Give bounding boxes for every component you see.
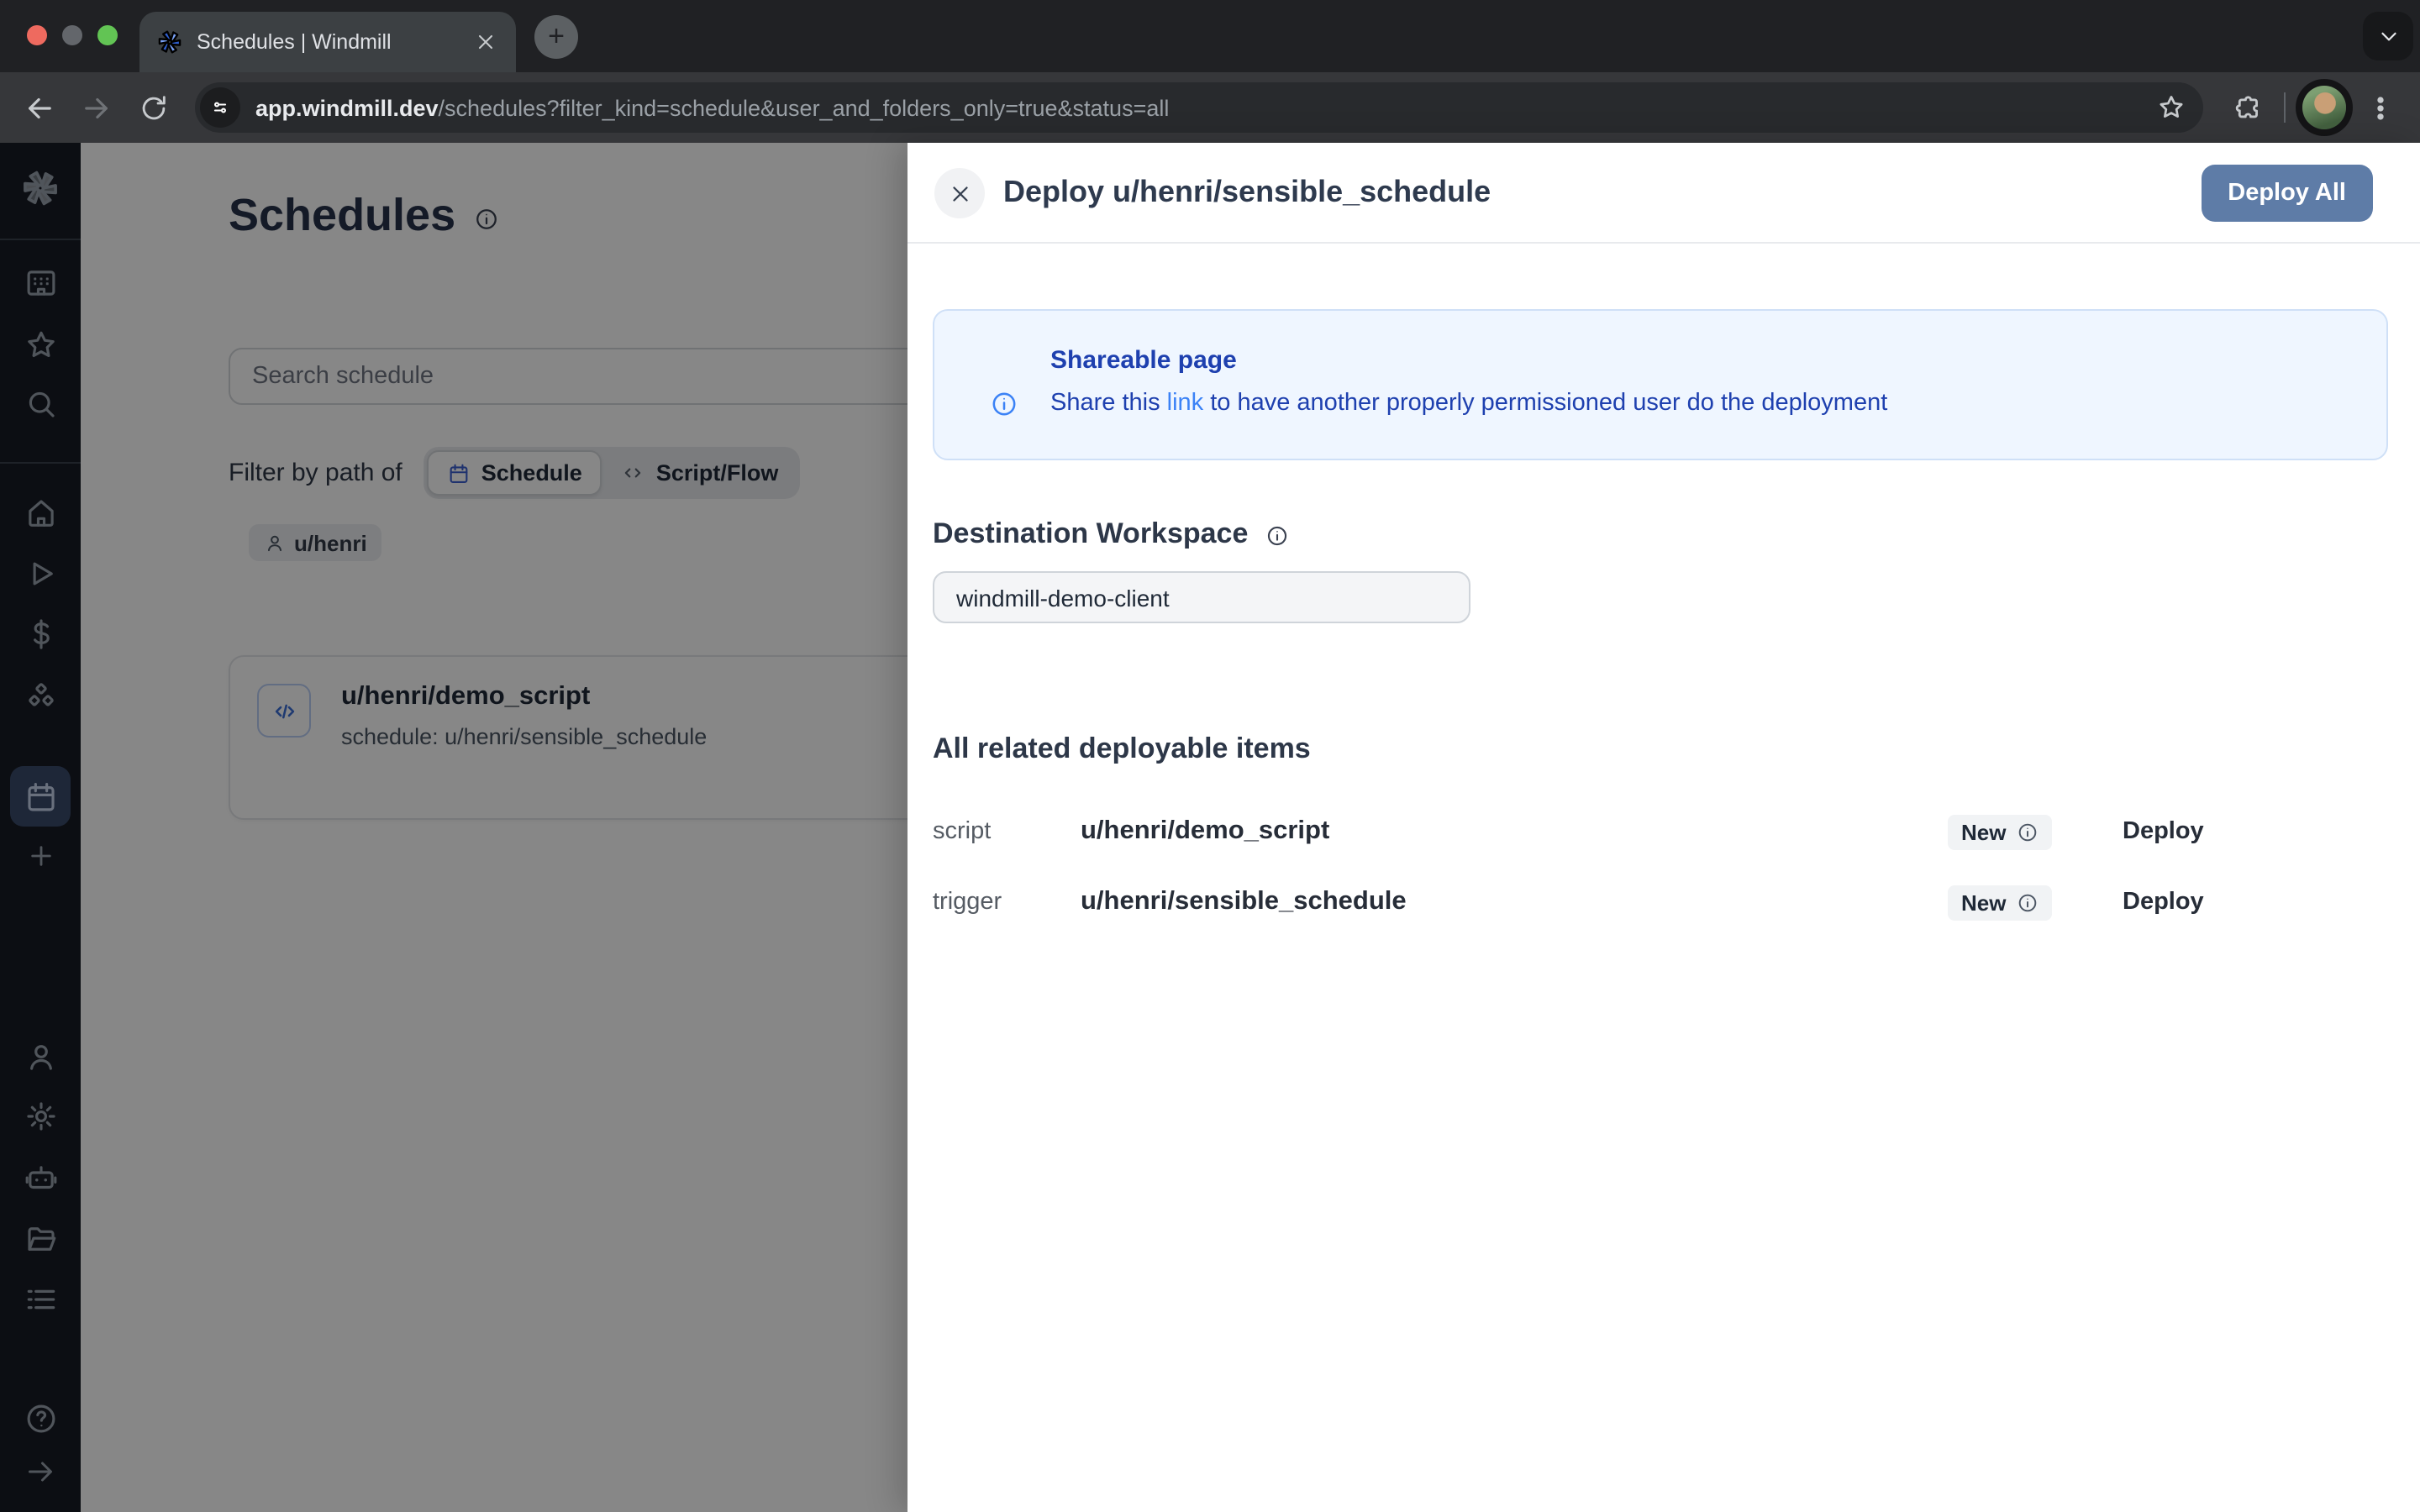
drawer-header-divider (908, 242, 2420, 244)
badge-info-icon[interactable] (2016, 891, 2038, 913)
windmill-favicon (156, 29, 183, 55)
drawer-close-button[interactable] (934, 168, 985, 218)
banner-text: Shareable page Share this link to have a… (1050, 346, 1887, 459)
bookmark-star-icon[interactable] (2153, 89, 2190, 126)
screen: Schedules | Windmill + (0, 0, 2420, 1512)
tab-strip: Schedules | Windmill + (0, 0, 2420, 72)
new-tab-button[interactable]: + (534, 15, 578, 59)
info-icon (990, 348, 1018, 459)
deployable-item-row: trigger u/henri/sensible_schedule New De… (933, 874, 2204, 931)
new-badge: New (1948, 885, 2051, 920)
item-badge-cell: New (1948, 814, 2123, 849)
url-text: app.windmill.dev/schedules?filter_kind=s… (255, 95, 2153, 120)
item-path: u/henri/demo_script (1081, 816, 1807, 847)
destination-info-icon[interactable] (1265, 524, 1288, 548)
item-path: u/henri/sensible_schedule (1081, 887, 1807, 917)
share-link[interactable]: link (1167, 390, 1204, 417)
deployable-item-row: script u/henri/demo_script New Deploy (933, 803, 2204, 860)
item-kind: script (933, 818, 1081, 845)
toolbar-divider (2284, 92, 2286, 123)
address-bar[interactable]: app.windmill.dev/schedules?filter_kind=s… (195, 82, 2203, 133)
tab-title: Schedules | Windmill (197, 30, 459, 54)
banner-body-suffix: to have another properly permissioned us… (1203, 390, 1887, 417)
tab-close-icon[interactable] (472, 29, 499, 55)
new-badge-label: New (1961, 890, 2006, 915)
deploy-item-button[interactable]: Deploy (2123, 818, 2204, 845)
zoom-window-button[interactable] (97, 25, 118, 45)
new-badge-label: New (1961, 819, 2006, 844)
window-controls (27, 25, 118, 45)
toggle-knob (1781, 835, 1803, 857)
destination-workspace-heading: Destination Workspace (933, 517, 1288, 551)
deployable-items-heading: All related deployable items (933, 732, 1311, 766)
toggle-knob (1781, 906, 1803, 927)
destination-workspace-select[interactable]: windmill-demo-client (933, 571, 1470, 623)
banner-title: Shareable page (1050, 346, 1887, 375)
profile-avatar[interactable] (2302, 86, 2346, 129)
forward-button[interactable] (71, 82, 121, 133)
banner-body-prefix: Share this (1050, 390, 1167, 417)
new-badge: New (1948, 814, 2051, 849)
browser-toolbar: app.windmill.dev/schedules?filter_kind=s… (0, 72, 2420, 143)
back-button[interactable] (13, 82, 64, 133)
close-window-button[interactable] (27, 25, 47, 45)
deploy-drawer: Deploy u/henri/sensible_schedule Deploy … (908, 143, 2420, 1512)
extensions-icon[interactable] (2230, 89, 2267, 126)
reload-button[interactable] (128, 82, 178, 133)
url-path: /schedules?filter_kind=schedule&user_and… (439, 95, 1170, 120)
item-badge-cell: New (1948, 885, 2123, 920)
browser-tab[interactable]: Schedules | Windmill (139, 12, 516, 72)
item-kind: trigger (933, 889, 1081, 916)
site-settings-icon[interactable] (200, 87, 240, 128)
deploy-item-button[interactable]: Deploy (2123, 889, 2204, 916)
shareable-page-banner: Shareable page Share this link to have a… (933, 309, 2388, 460)
destination-heading-text: Destination Workspace (933, 517, 1248, 551)
tab-search-button[interactable] (2363, 12, 2413, 60)
chevron-down-icon (2375, 24, 2401, 49)
url-domain: app.windmill.dev (255, 95, 439, 120)
app-area: Schedules Filter by path of Schedule (0, 143, 2420, 1512)
badge-info-icon[interactable] (2016, 821, 2038, 843)
toolbar-right (2220, 86, 2407, 129)
minimize-window-button[interactable] (62, 25, 82, 45)
drawer-title: Deploy u/henri/sensible_schedule (1003, 175, 1491, 210)
banner-body: Share this link to have another properly… (1050, 390, 1887, 417)
browser-menu-icon[interactable] (2363, 91, 2396, 124)
deploy-all-button[interactable]: Deploy All (2201, 165, 2373, 222)
